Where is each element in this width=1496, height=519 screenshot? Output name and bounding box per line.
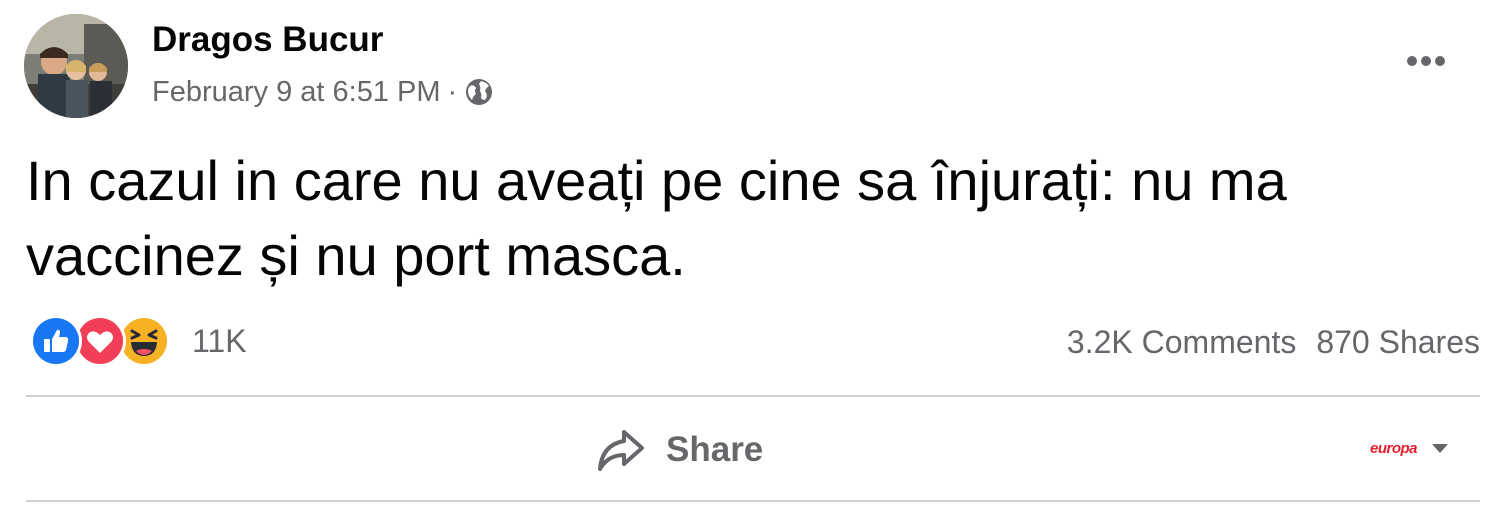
meta-separator: · (447, 75, 458, 108)
avatar-photo (24, 14, 128, 118)
globe-icon[interactable] (464, 77, 494, 107)
page-brand-logo: europa (1370, 439, 1418, 457)
more-options-button[interactable] (1402, 40, 1450, 82)
caret-down-icon (1432, 444, 1449, 453)
like-icon (30, 315, 82, 367)
post-timestamp[interactable]: February 9 at 6:51 PM (152, 76, 441, 109)
reactions-summary[interactable]: 11K (30, 315, 247, 367)
avatar[interactable] (24, 14, 128, 118)
page-selector[interactable]: europa (1370, 434, 1449, 462)
more-options-icon (1407, 56, 1445, 66)
post-text-line: vaccinez și nu port masca. (26, 224, 686, 287)
divider (26, 500, 1480, 502)
post-meta: February 9 at 6:51 PM · (152, 74, 494, 110)
post-text-line: In cazul in care nu aveați pe cine sa în… (26, 149, 1287, 212)
reaction-count[interactable]: 11K (192, 323, 247, 360)
comments-count[interactable]: 3.2K Comments (1067, 324, 1296, 361)
post-stats: 3.2K Comments 870 Shares (1067, 320, 1480, 364)
share-label: Share (666, 430, 764, 469)
post-text: In cazul in care nu aveați pe cine sa în… (26, 143, 1466, 293)
share-button[interactable]: Share (596, 424, 763, 476)
divider (26, 395, 1480, 397)
author-name[interactable]: Dragos Bucur (152, 19, 383, 61)
shares-count[interactable]: 870 Shares (1316, 324, 1480, 361)
share-arrow-icon (598, 430, 644, 471)
